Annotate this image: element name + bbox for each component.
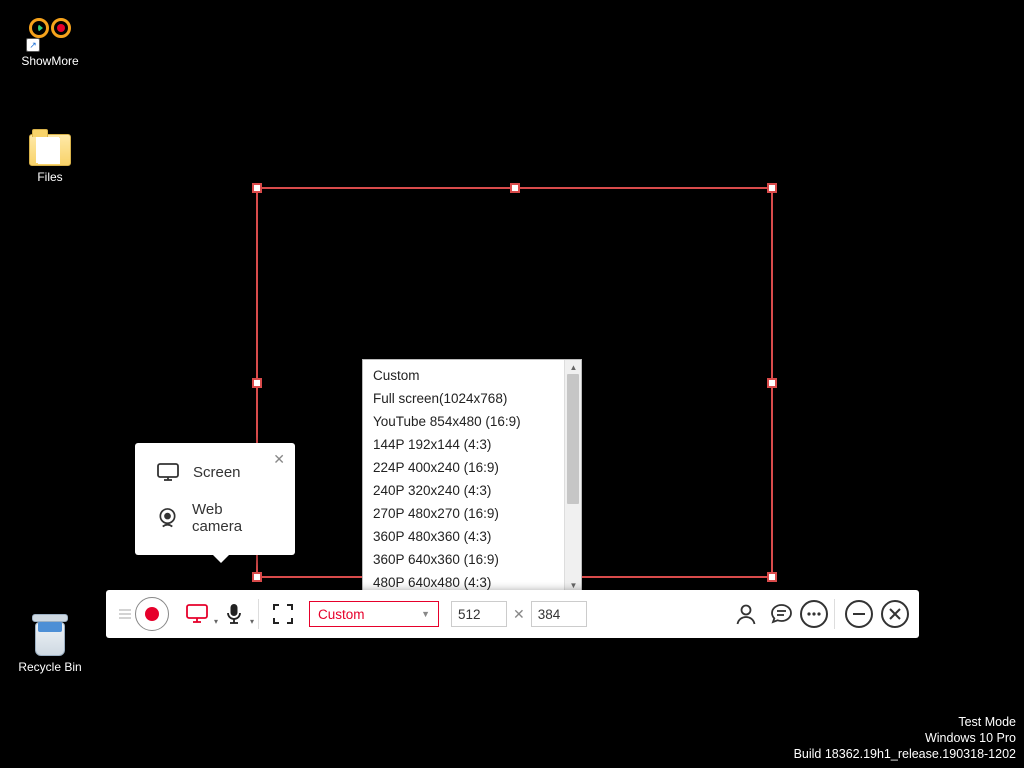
dropdown-scrollbar[interactable]: ▲ ▼ <box>564 360 581 592</box>
toolbar-separator <box>834 599 835 629</box>
more-options-button[interactable] <box>800 600 828 628</box>
recycle-bin-icon <box>32 614 68 656</box>
resolution-option[interactable]: 270P 480x270 (16:9) <box>363 502 564 525</box>
account-button[interactable] <box>728 596 764 632</box>
feedback-button[interactable] <box>764 596 800 632</box>
desktop-icon-showmore[interactable]: ↗ ShowMore <box>12 6 88 68</box>
close-icon[interactable]: ✕ <box>273 451 285 468</box>
webcam-icon <box>157 507 178 529</box>
windows-watermark: Test Mode Windows 10 Pro Build 18362.19h… <box>794 714 1016 762</box>
resize-handle-sw[interactable] <box>252 572 262 582</box>
resize-handle-se[interactable] <box>767 572 777 582</box>
resolution-option[interactable]: YouTube 854x480 (16:9) <box>363 410 564 433</box>
source-option-screen[interactable]: Screen <box>135 453 295 491</box>
resize-handle-nw[interactable] <box>252 183 262 193</box>
resolution-option[interactable]: 360P 640x360 (16:9) <box>363 548 564 571</box>
height-input[interactable] <box>531 601 587 627</box>
video-source-popup: ✕ Screen Web camera <box>135 443 295 555</box>
user-icon <box>735 603 757 625</box>
menu-button[interactable] <box>116 596 134 632</box>
showmore-icon: ↗ <box>28 6 72 50</box>
desktop-icon-recycle-bin[interactable]: Recycle Bin <box>12 614 88 674</box>
desktop-icon-label: Recycle Bin <box>12 660 88 674</box>
resolution-dropdown-list: Custom Full screen(1024x768) YouTube 854… <box>362 359 582 593</box>
record-icon <box>135 597 169 631</box>
width-input[interactable] <box>451 601 507 627</box>
dimension-separator-icon: ✕ <box>513 606 525 623</box>
dots-icon <box>807 612 821 616</box>
minimize-button[interactable] <box>845 600 873 628</box>
watermark-line: Windows 10 Pro <box>794 730 1016 746</box>
watermark-line: Test Mode <box>794 714 1016 730</box>
resolution-option[interactable]: Full screen(1024x768) <box>363 387 564 410</box>
recorder-toolbar: ▾ ▾ Custom ▼ ✕ <box>106 590 919 638</box>
resolution-option[interactable]: Custom <box>363 364 564 387</box>
source-option-label: Web camera <box>192 501 273 535</box>
desktop-icon-label: Files <box>12 170 88 184</box>
close-icon <box>889 608 901 620</box>
minimize-icon <box>853 613 865 615</box>
resize-handle-e[interactable] <box>767 378 777 388</box>
resize-handle-n[interactable] <box>510 183 520 193</box>
desktop-icon-files[interactable]: Files <box>12 128 88 184</box>
resize-handle-ne[interactable] <box>767 183 777 193</box>
resolution-option[interactable]: 144P 192x144 (4:3) <box>363 433 564 456</box>
scrollbar-up-arrow-icon[interactable]: ▲ <box>565 360 582 374</box>
folder-icon <box>29 134 71 166</box>
resolution-select-value: Custom <box>318 607 365 622</box>
shortcut-arrow-icon: ↗ <box>26 38 40 52</box>
chevron-down-icon: ▼ <box>421 609 430 619</box>
hamburger-icon <box>119 609 131 619</box>
video-source-button[interactable]: ▾ <box>180 596 216 632</box>
source-option-webcam[interactable]: Web camera <box>135 491 295 545</box>
resolution-option[interactable]: 224P 400x240 (16:9) <box>363 456 564 479</box>
fullscreen-icon <box>273 604 293 624</box>
record-button[interactable] <box>134 596 170 632</box>
resize-handle-w[interactable] <box>252 378 262 388</box>
desktop-icon-label: ShowMore <box>12 54 88 68</box>
toolbar-separator <box>258 599 259 629</box>
resolution-select[interactable]: Custom ▼ <box>309 601 439 627</box>
close-button[interactable] <box>881 600 909 628</box>
microphone-icon <box>225 603 243 625</box>
audio-source-button[interactable]: ▾ <box>216 596 252 632</box>
fullscreen-button[interactable] <box>265 596 301 632</box>
monitor-icon <box>157 463 179 481</box>
chevron-down-icon: ▾ <box>250 617 254 626</box>
resolution-option[interactable]: 240P 320x240 (4:3) <box>363 479 564 502</box>
resolution-option[interactable]: 360P 480x360 (4:3) <box>363 525 564 548</box>
chat-icon <box>770 603 794 625</box>
watermark-line: Build 18362.19h1_release.190318-1202 <box>794 746 1016 762</box>
source-option-label: Screen <box>193 464 241 481</box>
scrollbar-thumb[interactable] <box>567 374 579 504</box>
monitor-icon <box>186 604 210 624</box>
